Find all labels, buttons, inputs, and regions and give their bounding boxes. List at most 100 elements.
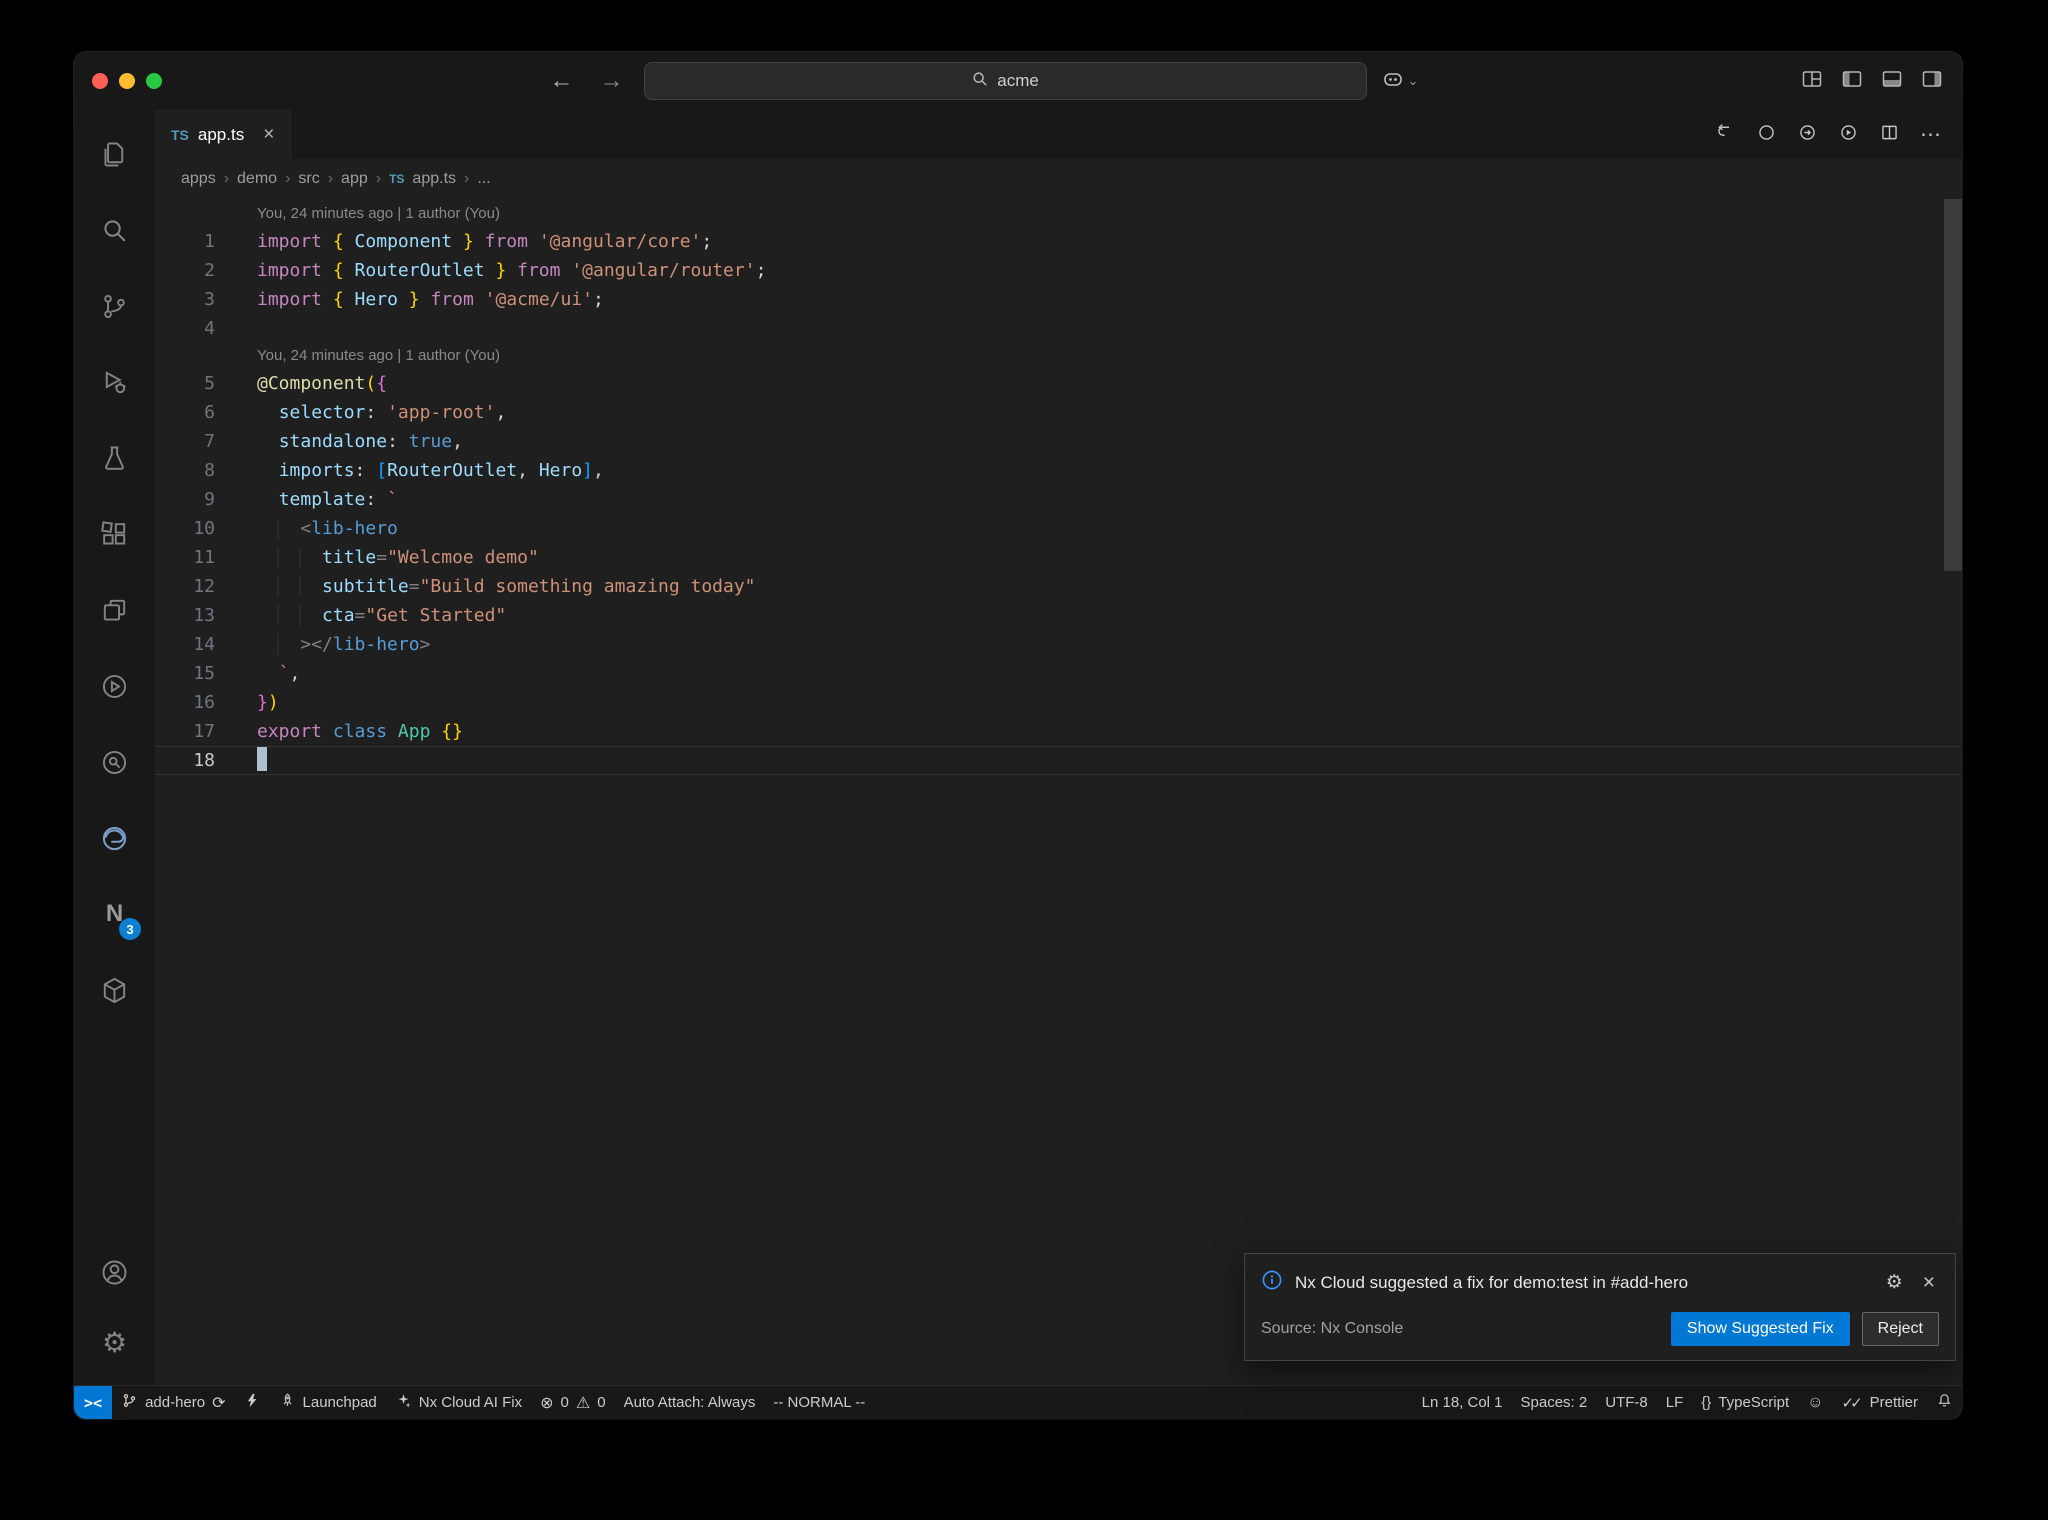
line-number[interactable]: 7 bbox=[155, 427, 215, 456]
reject-button[interactable]: Reject bbox=[1861, 1312, 1939, 1346]
breadcrumb-item[interactable]: demo bbox=[237, 170, 277, 188]
breadcrumb-item[interactable]: app.ts bbox=[412, 170, 456, 188]
close-window-button[interactable] bbox=[92, 73, 108, 89]
more-actions-icon[interactable]: ⋯ bbox=[1920, 122, 1942, 147]
line-number[interactable]: 15 bbox=[155, 659, 215, 688]
code-line[interactable]: 2 import { RouterOutlet } from '@angular/… bbox=[155, 256, 1962, 285]
code-line[interactable]: 4 bbox=[155, 314, 1962, 343]
editor-scrollbar[interactable] bbox=[1944, 199, 1962, 571]
line-number[interactable]: 2 bbox=[155, 256, 215, 285]
blame-annotation[interactable]: You, 24 minutes ago | 1 author (You) bbox=[155, 201, 1962, 227]
show-suggested-fix-button[interactable]: Show Suggested Fix bbox=[1670, 1312, 1850, 1346]
zoom-window-button[interactable] bbox=[146, 73, 162, 89]
run-debug-icon[interactable] bbox=[74, 344, 155, 420]
line-number[interactable]: 12 bbox=[155, 572, 215, 601]
nx-icon[interactable]: N 3 bbox=[74, 876, 155, 952]
package-icon[interactable] bbox=[74, 952, 155, 1028]
indentation-item[interactable]: Spaces: 2 bbox=[1512, 1386, 1597, 1419]
code-line[interactable]: 7 standalone: true, bbox=[155, 427, 1962, 456]
breadcrumb-item[interactable]: ... bbox=[477, 170, 490, 188]
code-line[interactable]: 17 export class App {} bbox=[155, 717, 1962, 746]
code-line[interactable]: 1 import { Component } from '@angular/cor… bbox=[155, 227, 1962, 256]
testing-icon[interactable] bbox=[74, 420, 155, 496]
line-number[interactable]: 8 bbox=[155, 456, 215, 485]
navigate-forward-icon[interactable]: → bbox=[594, 67, 630, 95]
launchpad-item[interactable]: Launchpad bbox=[270, 1386, 386, 1419]
breadcrumb-item[interactable]: app bbox=[341, 170, 368, 188]
blame-annotation[interactable]: You, 24 minutes ago | 1 author (You) bbox=[155, 343, 1962, 369]
language-mode-item[interactable]: {} TypeScript bbox=[1692, 1386, 1798, 1419]
code-line[interactable]: 13 cta="Get Started" bbox=[155, 601, 1962, 630]
nx-cloud-fix-item[interactable]: Nx Cloud AI Fix bbox=[386, 1386, 531, 1419]
toggle-primary-sidebar-icon[interactable] bbox=[1840, 67, 1864, 96]
navigate-back-icon[interactable]: ← bbox=[544, 67, 580, 95]
toggle-panel-icon[interactable] bbox=[1880, 67, 1904, 96]
line-number[interactable]: 4 bbox=[155, 314, 215, 343]
notification-close-icon[interactable]: × bbox=[1919, 1271, 1939, 1295]
toggle-secondary-sidebar-icon[interactable] bbox=[1920, 67, 1944, 96]
settings-gear-icon[interactable]: ⚙ bbox=[74, 1307, 155, 1377]
extensions-icon[interactable] bbox=[74, 496, 155, 572]
formatter-item[interactable]: ✓✓ Prettier bbox=[1833, 1386, 1928, 1419]
code-line[interactable]: 10 <lib-hero bbox=[155, 514, 1962, 543]
line-number[interactable]: 5 bbox=[155, 369, 215, 398]
encoding-item[interactable]: UTF-8 bbox=[1596, 1386, 1657, 1419]
explorer-icon[interactable] bbox=[74, 116, 155, 192]
run-file-icon[interactable] bbox=[1838, 122, 1859, 148]
timeline-icon[interactable] bbox=[1756, 122, 1777, 148]
remote-indicator[interactable]: >< bbox=[74, 1386, 113, 1419]
tab-app-ts[interactable]: TS app.ts × bbox=[155, 110, 292, 159]
search-circle-icon[interactable] bbox=[74, 724, 155, 800]
feedback-item[interactable]: ☺ bbox=[1798, 1386, 1832, 1419]
code-line[interactable]: 3 import { Hero } from '@acme/ui'; bbox=[155, 285, 1962, 314]
problems-item[interactable]: ⊗ 0 ⚠ 0 bbox=[531, 1386, 614, 1419]
code-line[interactable]: 15 `, bbox=[155, 659, 1962, 688]
search-icon[interactable] bbox=[74, 192, 155, 268]
code-line[interactable]: 9 template: ` bbox=[155, 485, 1962, 514]
vim-mode-item[interactable]: -- NORMAL -- bbox=[764, 1386, 874, 1419]
line-number[interactable]: 1 bbox=[155, 227, 215, 256]
code-line[interactable]: 8 imports: [RouterOutlet, Hero], bbox=[155, 456, 1962, 485]
line-number[interactable]: 3 bbox=[155, 285, 215, 314]
edge-browser-icon[interactable] bbox=[74, 800, 155, 876]
minimize-window-button[interactable] bbox=[119, 73, 135, 89]
code-line[interactable]: 16}) bbox=[155, 688, 1962, 717]
code-line[interactable]: 5 @Component({ bbox=[155, 369, 1962, 398]
notification-settings-icon[interactable]: ⚙ bbox=[1882, 1271, 1907, 1294]
line-number[interactable]: 9 bbox=[155, 485, 215, 514]
line-number[interactable]: 16 bbox=[155, 688, 215, 717]
source-control-icon[interactable] bbox=[74, 268, 155, 344]
command-center-search[interactable]: acme bbox=[643, 62, 1367, 100]
line-number[interactable]: 18 bbox=[155, 746, 215, 775]
customize-layout-icon[interactable] bbox=[1800, 67, 1824, 96]
cursor-position-item[interactable]: Ln 18, Col 1 bbox=[1413, 1386, 1512, 1419]
windows-icon[interactable] bbox=[74, 572, 155, 648]
breadcrumb-item[interactable]: src bbox=[298, 170, 319, 188]
line-number[interactable]: 13 bbox=[155, 601, 215, 630]
code-line[interactable]: 11 title="Welcmoe demo" bbox=[155, 543, 1962, 572]
code-line[interactable]: 18 bbox=[155, 746, 1962, 775]
git-branch-item[interactable]: add-hero ⟳ bbox=[112, 1386, 234, 1419]
auto-attach-item[interactable]: Auto Attach: Always bbox=[615, 1386, 765, 1419]
play-circle-icon[interactable] bbox=[74, 648, 155, 724]
line-number[interactable]: 14 bbox=[155, 630, 215, 659]
split-editor-icon[interactable] bbox=[1879, 122, 1900, 148]
line-number[interactable]: 6 bbox=[155, 398, 215, 427]
line-number[interactable]: 11 bbox=[155, 543, 215, 572]
run-menu-icon[interactable] bbox=[1797, 122, 1818, 148]
accounts-icon[interactable] bbox=[74, 1237, 155, 1307]
notifications-item[interactable] bbox=[1927, 1386, 1962, 1419]
code-line[interactable]: 6 selector: 'app-root', bbox=[155, 398, 1962, 427]
code-editor[interactable]: You, 24 minutes ago | 1 author (You) 1 imp… bbox=[155, 199, 1962, 1385]
copilot-menu[interactable]: ⌄ bbox=[1381, 67, 1418, 96]
eol-item[interactable]: LF bbox=[1657, 1386, 1693, 1419]
close-tab-icon[interactable]: × bbox=[263, 124, 274, 146]
open-changes-icon[interactable] bbox=[1715, 122, 1736, 148]
code-line[interactable]: 14 ></lib-hero> bbox=[155, 630, 1962, 659]
code-line[interactable]: 12 subtitle="Build something amazing tod… bbox=[155, 572, 1962, 601]
line-number[interactable]: 10 bbox=[155, 514, 215, 543]
sync-changes-icon[interactable]: ⟳ bbox=[212, 1393, 225, 1413]
line-number[interactable]: 17 bbox=[155, 717, 215, 746]
breadcrumb-item[interactable]: apps bbox=[181, 170, 216, 188]
zap-item[interactable] bbox=[235, 1386, 270, 1419]
